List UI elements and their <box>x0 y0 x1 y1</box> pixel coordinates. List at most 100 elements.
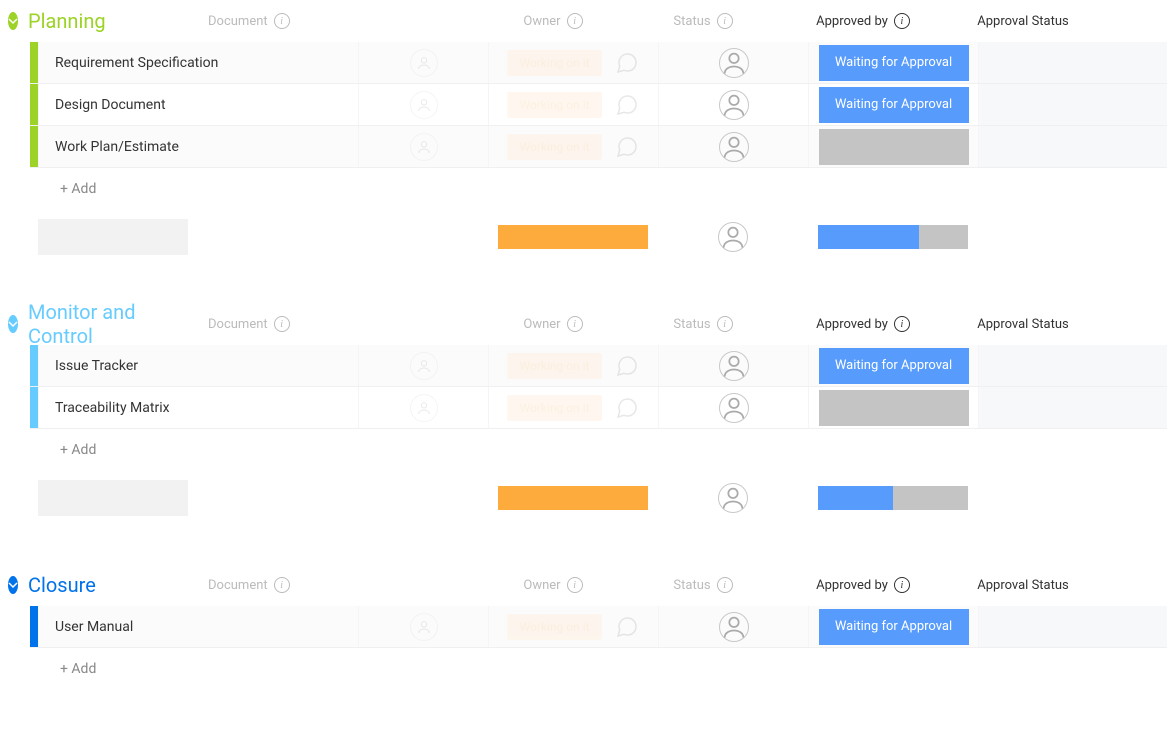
owner-cell[interactable] <box>358 387 488 428</box>
description-cell[interactable] <box>978 387 1167 428</box>
status-cell[interactable]: Working on it <box>488 84 658 125</box>
row-accent <box>30 126 38 167</box>
person-icon <box>410 49 438 77</box>
chat-icon[interactable] <box>614 50 640 76</box>
collapse-toggle[interactable] <box>8 576 18 594</box>
col-header-document: Documenti <box>168 13 488 29</box>
document-name[interactable]: Requirement Specification <box>38 42 358 83</box>
approval-status-cell[interactable] <box>808 387 978 428</box>
add-button[interactable]: + Add <box>38 442 358 458</box>
group-title[interactable]: Monitor and Control <box>28 300 168 348</box>
row-accent <box>30 387 38 428</box>
group-rows: Issue Tracker Working on it Waiting for … <box>0 345 1167 519</box>
status-pill: Working on it <box>507 395 601 421</box>
person-icon <box>719 393 749 423</box>
person-icon <box>719 90 749 120</box>
person-icon <box>719 612 749 642</box>
owner-cell[interactable] <box>358 84 488 125</box>
group-header: Monitor and Control Documenti Owneri Sta… <box>0 303 1167 345</box>
owner-cell[interactable] <box>358 345 488 386</box>
status-pill: Working on it <box>507 50 601 76</box>
group-rows: User Manual Working on it Waiting for Ap… <box>0 606 1167 690</box>
document-name[interactable]: Issue Tracker <box>38 345 358 386</box>
collapse-toggle[interactable] <box>8 315 18 333</box>
status-pill: Working on it <box>507 614 601 640</box>
col-header-approved-by: Approved byi <box>788 316 938 332</box>
summary-blank <box>38 219 188 255</box>
info-icon: i <box>717 316 733 332</box>
info-icon: i <box>567 13 583 29</box>
approved-by-cell[interactable] <box>658 345 808 386</box>
add-row[interactable]: + Add <box>30 648 1167 690</box>
table-row[interactable]: Traceability Matrix Working on it <box>30 387 1167 429</box>
info-icon: i <box>894 13 910 29</box>
add-row[interactable]: + Add <box>30 168 1167 210</box>
col-header-description: Document Description <box>1108 317 1167 332</box>
table-row[interactable]: User Manual Working on it Waiting for Ap… <box>30 606 1167 648</box>
approved-by-cell[interactable] <box>658 606 808 647</box>
table-row[interactable]: Work Plan/Estimate Working on it <box>30 126 1167 168</box>
col-header-approved-by: Approved byi <box>788 577 938 593</box>
approval-status-cell[interactable]: Waiting for Approval <box>808 42 978 83</box>
col-header-status: Statusi <box>618 13 788 29</box>
description-cell[interactable] <box>978 84 1167 125</box>
approval-status-cell[interactable] <box>808 126 978 167</box>
description-cell[interactable] <box>978 42 1167 83</box>
group-header: Closure Documenti Owneri Statusi Approve… <box>0 564 1167 606</box>
info-icon: i <box>274 13 290 29</box>
table-row[interactable]: Design Document Working on it Waiting fo… <box>30 84 1167 126</box>
status-cell[interactable]: Working on it <box>488 606 658 647</box>
approval-status-cell[interactable]: Waiting for Approval <box>808 345 978 386</box>
add-row[interactable]: + Add <box>30 429 1167 471</box>
description-cell[interactable] <box>978 345 1167 386</box>
approved-by-cell[interactable] <box>658 387 808 428</box>
approval-status-cell[interactable]: Waiting for Approval <box>808 84 978 125</box>
group-header: Planning Documenti Owneri Statusi Approv… <box>0 0 1167 42</box>
table-row[interactable]: Issue Tracker Working on it Waiting for … <box>30 345 1167 387</box>
status-cell[interactable]: Working on it <box>488 42 658 83</box>
approval-badge: Waiting for Approval <box>819 87 969 123</box>
status-pill: Working on it <box>507 92 601 118</box>
group-title[interactable]: Planning <box>28 9 168 33</box>
description-cell[interactable] <box>978 606 1167 647</box>
document-name[interactable]: Traceability Matrix <box>38 387 358 428</box>
row-accent <box>30 84 38 125</box>
status-cell[interactable]: Working on it <box>488 126 658 167</box>
status-cell[interactable]: Working on it <box>488 345 658 386</box>
approved-by-cell[interactable] <box>658 84 808 125</box>
document-name[interactable]: Design Document <box>38 84 358 125</box>
owner-cell[interactable] <box>358 42 488 83</box>
document-name[interactable]: User Manual <box>38 606 358 647</box>
col-header-approval-status: Approval Status <box>938 317 1108 332</box>
chat-icon[interactable] <box>614 353 640 379</box>
table-row[interactable]: Requirement Specification Working on it … <box>30 42 1167 84</box>
approval-status-cell[interactable]: Waiting for Approval <box>808 606 978 647</box>
collapse-toggle[interactable] <box>8 12 18 30</box>
info-icon: i <box>567 316 583 332</box>
summary-progress-fill <box>818 225 919 249</box>
chat-icon[interactable] <box>614 395 640 421</box>
summary-progress <box>818 225 968 249</box>
approved-by-cell[interactable] <box>658 42 808 83</box>
add-button[interactable]: + Add <box>38 661 358 677</box>
info-icon: i <box>567 577 583 593</box>
chat-icon[interactable] <box>614 614 640 640</box>
approval-badge <box>819 129 969 165</box>
chat-icon[interactable] <box>614 134 640 160</box>
owner-cell[interactable] <box>358 126 488 167</box>
document-name[interactable]: Work Plan/Estimate <box>38 126 358 167</box>
summary-blank <box>38 480 188 516</box>
status-cell[interactable]: Working on it <box>488 387 658 428</box>
col-header-description: Document Description <box>1108 14 1167 29</box>
group-title[interactable]: Closure <box>28 573 168 597</box>
summary-status-bar <box>498 225 648 249</box>
description-cell[interactable] <box>978 126 1167 167</box>
approved-by-cell[interactable] <box>658 126 808 167</box>
col-header-status: Statusi <box>618 316 788 332</box>
chat-icon[interactable] <box>614 92 640 118</box>
person-icon <box>718 222 748 252</box>
owner-cell[interactable] <box>358 606 488 647</box>
summary-progress <box>818 486 968 510</box>
add-button[interactable]: + Add <box>38 181 358 197</box>
info-icon: i <box>894 316 910 332</box>
